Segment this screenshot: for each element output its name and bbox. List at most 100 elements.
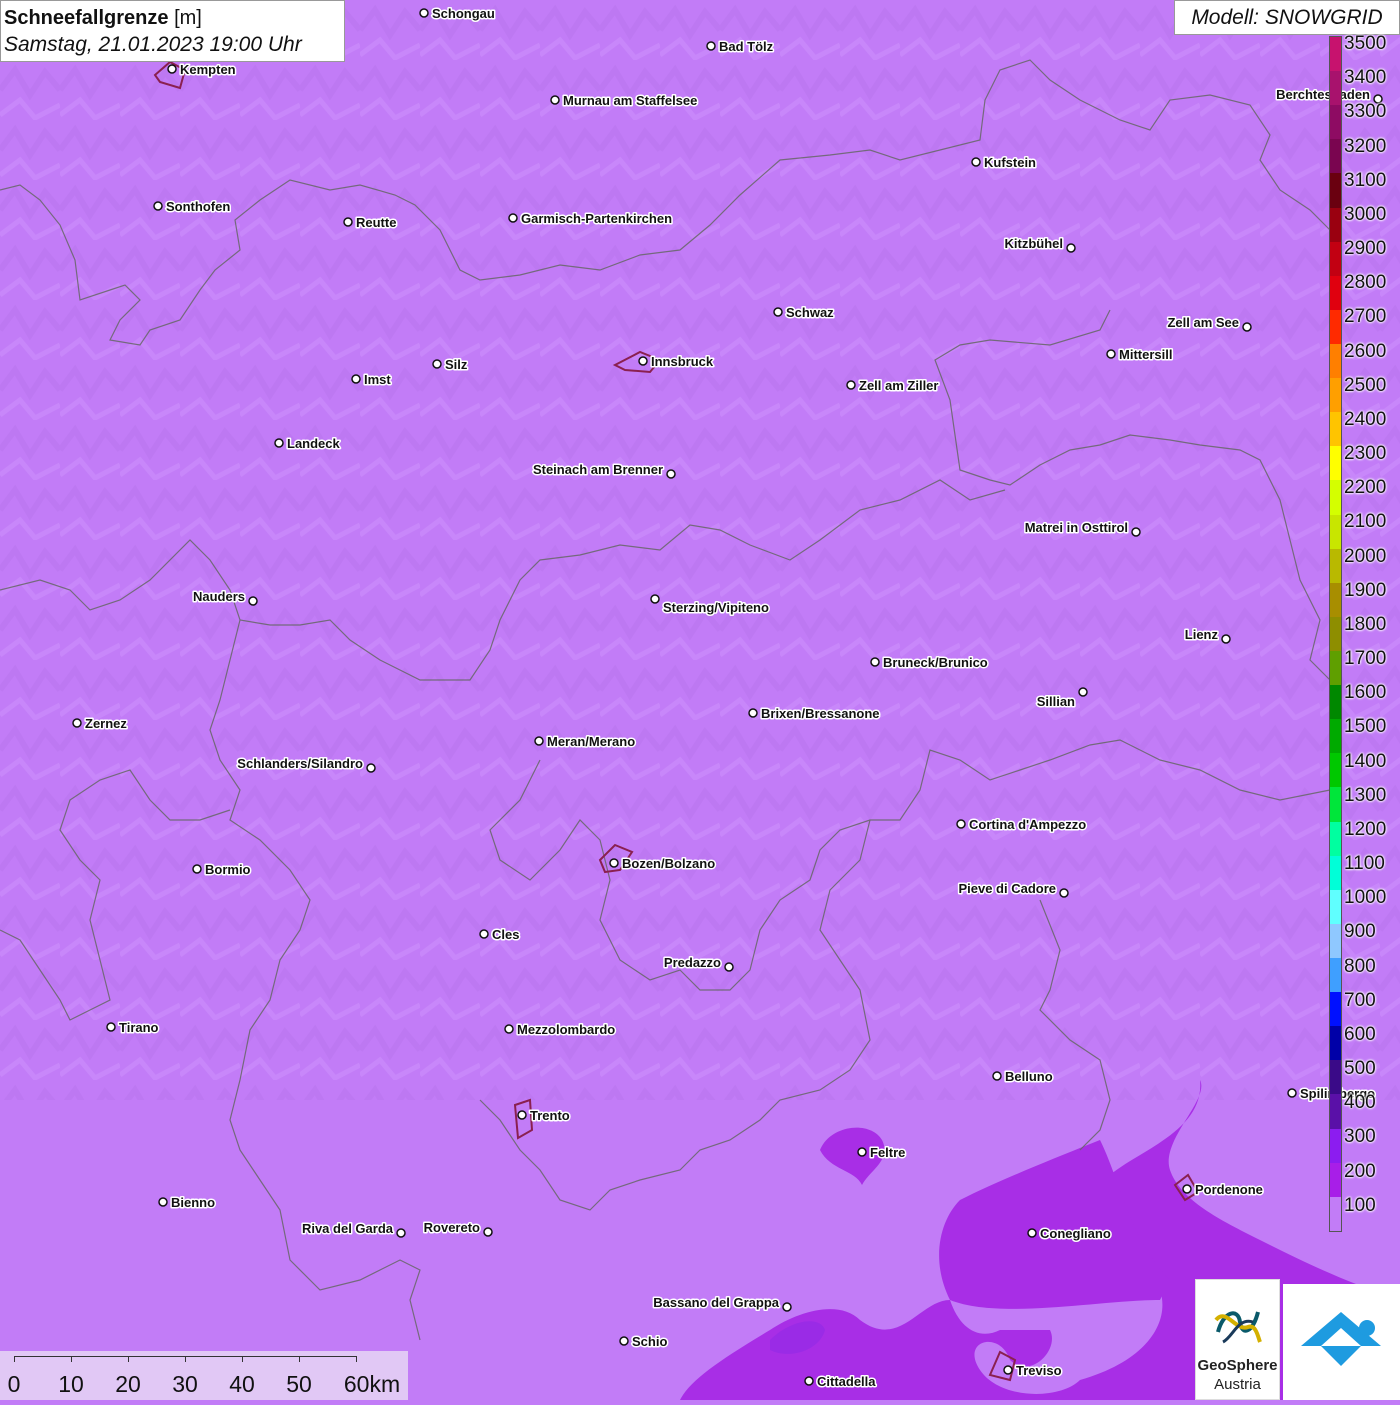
legend-swatch <box>1330 1060 1341 1095</box>
city-dot-icon <box>1106 349 1116 359</box>
city-marker[interactable]: Murnau am Staffelsee <box>550 92 699 110</box>
legend-swatch <box>1330 275 1341 310</box>
city-dot-icon <box>870 657 880 667</box>
city-marker[interactable]: Zell am Ziller <box>846 377 940 395</box>
city-label: Cittadella <box>817 1374 876 1389</box>
legend-swatch <box>1330 548 1341 583</box>
city-marker[interactable]: Sonthofen <box>153 198 232 216</box>
city-marker[interactable]: Cortina d'Ampezzo <box>956 816 1088 834</box>
legend-label: 3000 <box>1344 203 1387 225</box>
legend-swatch <box>1330 1162 1341 1197</box>
city-label: Nauders <box>193 589 245 604</box>
city-dot-icon <box>479 929 489 939</box>
city-marker[interactable]: Riva del Garda <box>300 1220 406 1238</box>
city-label: Feltre <box>870 1145 905 1160</box>
scale-label: 60km <box>343 1371 401 1397</box>
legend-swatch <box>1330 787 1341 822</box>
city-marker[interactable]: Mezzolombardo <box>504 1021 617 1039</box>
legend-swatch <box>1330 685 1341 720</box>
city-dot-icon <box>650 594 660 604</box>
city-label: Schongau <box>432 6 495 21</box>
legend-label: 1500 <box>1344 716 1387 738</box>
city-dot-icon <box>971 157 981 167</box>
city-marker[interactable]: Garmisch-Partenkirchen <box>508 210 674 228</box>
city-dot-icon <box>351 374 361 384</box>
city-marker[interactable]: Innsbruck <box>638 353 715 371</box>
city-label: Cles <box>492 927 519 942</box>
city-label: Sterzing/Vipiteno <box>663 600 769 615</box>
city-marker[interactable]: Steinach am Brenner <box>531 461 676 479</box>
legend-label: 2400 <box>1344 408 1387 430</box>
legend-swatch <box>1330 480 1341 515</box>
city-marker[interactable]: Zell am See <box>1166 314 1252 332</box>
weather-app-icon <box>1301 1312 1381 1366</box>
city-dot-icon <box>724 962 734 972</box>
city-label: Kempten <box>180 62 236 77</box>
legend-swatch <box>1330 1196 1341 1231</box>
city-dot-icon <box>483 1227 493 1237</box>
geosphere-logo-line1: GeoSphere <box>1197 1357 1278 1374</box>
city-label: Rovereto <box>424 1220 480 1235</box>
city-label: Bad Tölz <box>719 39 774 54</box>
scale-tick <box>185 1356 186 1362</box>
city-dot-icon <box>1287 1088 1297 1098</box>
legend-swatch <box>1330 514 1341 549</box>
snowfall-limit-map[interactable]: Schongau Bad Tölz Kempten Murnau am Staffel… <box>0 0 1400 1400</box>
legend-swatch <box>1330 139 1341 174</box>
city-label: Predazzo <box>664 955 721 970</box>
legend-label: 100 <box>1344 1194 1376 1216</box>
scale-label: 20 <box>115 1371 141 1397</box>
city-marker[interactable]: Conegliano <box>1027 1225 1112 1243</box>
city-label: Zell am Ziller <box>859 378 938 393</box>
city-marker[interactable]: Bruneck/Brunico <box>870 654 989 672</box>
city-marker[interactable]: Bassano del Grappa <box>652 1294 792 1312</box>
legend-label: 3300 <box>1344 101 1387 123</box>
scale-bar: 0 10 20 30 40 50 60km <box>0 1351 408 1400</box>
geosphere-emblem-icon <box>1214 1311 1262 1344</box>
city-label: Steinach am Brenner <box>533 462 663 477</box>
legend-label: 2500 <box>1344 374 1387 396</box>
legend-label: 2900 <box>1344 238 1387 260</box>
city-marker[interactable]: Matrei in Osttirol <box>1023 519 1141 537</box>
city-label: Silz <box>445 357 468 372</box>
legend-swatch <box>1330 207 1341 242</box>
legend-swatch <box>1330 378 1341 413</box>
scale-tick <box>299 1356 300 1362</box>
legend-label: 1200 <box>1344 818 1387 840</box>
city-marker[interactable]: Pordenone <box>1182 1181 1264 1199</box>
city-dot-icon <box>1003 1365 1013 1375</box>
scale-label: 0 <box>7 1371 21 1397</box>
city-label: Cortina d'Ampezzo <box>969 817 1086 832</box>
legend-label: 600 <box>1344 1023 1376 1045</box>
city-label: Innsbruck <box>651 354 714 369</box>
city-label: Bienno <box>171 1195 215 1210</box>
city-dot-icon <box>956 819 966 829</box>
city-marker[interactable]: Bozen/Bolzano <box>609 855 717 873</box>
city-dot-icon <box>619 1336 629 1346</box>
geosphere-logo[interactable]: GeoSphere Austria <box>1195 1279 1280 1400</box>
city-label: Mittersill <box>1119 347 1172 362</box>
city-marker[interactable]: Schlanders/Silandro <box>236 755 376 773</box>
legend-swatch <box>1330 719 1341 754</box>
city-marker[interactable]: Brixen/Bressanone <box>748 705 881 723</box>
city-marker[interactable]: Meran/Merano <box>534 733 637 751</box>
city-label: Sonthofen <box>166 199 230 214</box>
city-label: Lienz <box>1185 627 1219 642</box>
city-dot-icon <box>1027 1228 1037 1238</box>
city-label: Treviso <box>1016 1363 1062 1378</box>
app-logo[interactable] <box>1283 1284 1400 1400</box>
city-dot-icon <box>1182 1184 1192 1194</box>
city-label: Zernez <box>85 716 127 731</box>
legend-swatch <box>1330 855 1341 890</box>
city-label: Zell am See <box>1167 315 1239 330</box>
city-label: Schwaz <box>786 305 834 320</box>
city-label: Schio <box>632 1334 667 1349</box>
legend-swatch <box>1330 1128 1341 1163</box>
city-marker[interactable]: Schongau <box>419 5 496 23</box>
legend-swatch <box>1330 616 1341 651</box>
city-marker[interactable]: Pieve di Cadore <box>957 880 1069 898</box>
legend-label: 1600 <box>1344 682 1387 704</box>
legend-label: 2000 <box>1344 545 1387 567</box>
city-dot-icon <box>1131 527 1141 537</box>
legend-swatch <box>1330 957 1341 993</box>
